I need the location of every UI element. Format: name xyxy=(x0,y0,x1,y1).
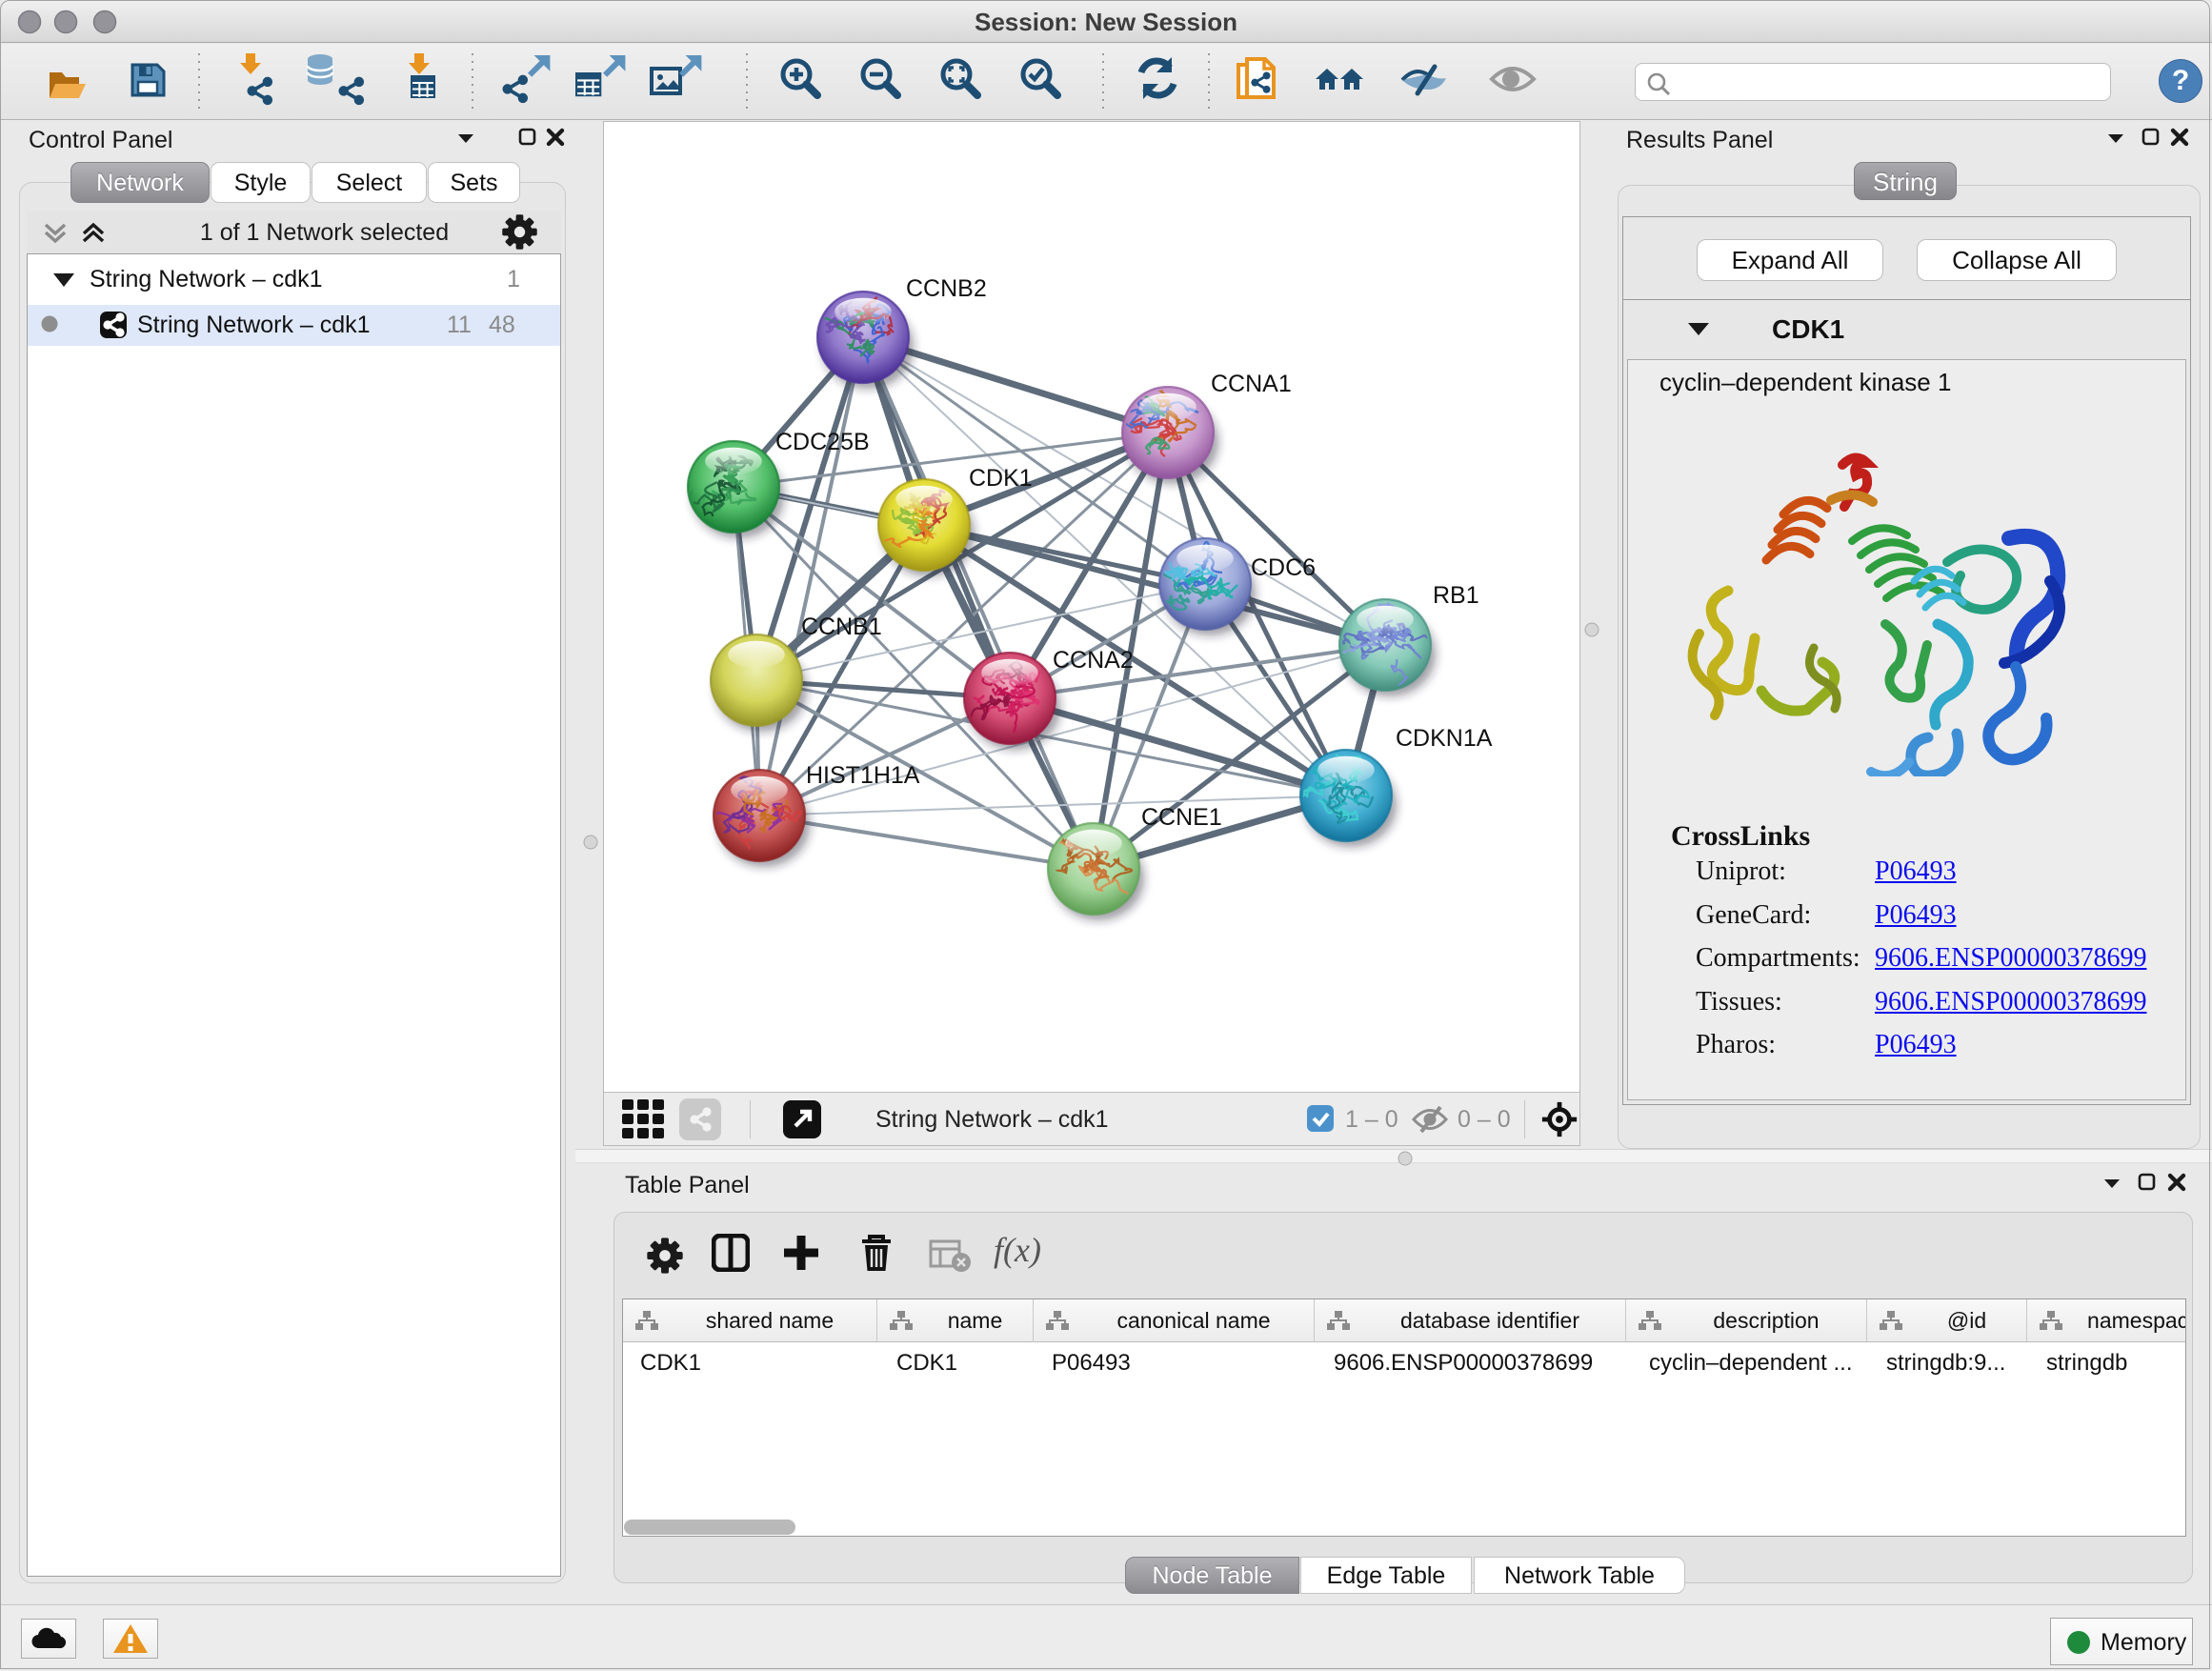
svg-text:CDC25B: CDC25B xyxy=(775,429,870,455)
svg-text:CCNB1: CCNB1 xyxy=(801,614,882,640)
svg-text:RB1: RB1 xyxy=(1433,582,1479,609)
svg-text:CCNB2: CCNB2 xyxy=(906,275,987,302)
svg-text:HIST1H1A: HIST1H1A xyxy=(806,762,920,789)
svg-text:CCNE1: CCNE1 xyxy=(1141,804,1222,831)
svg-text:CDC6: CDC6 xyxy=(1251,554,1316,581)
svg-text:CDK1: CDK1 xyxy=(969,465,1033,492)
svg-text:CDKN1A: CDKN1A xyxy=(1396,725,1493,752)
svg-text:CCNA2: CCNA2 xyxy=(1053,647,1134,674)
svg-text:CCNA1: CCNA1 xyxy=(1211,371,1292,397)
